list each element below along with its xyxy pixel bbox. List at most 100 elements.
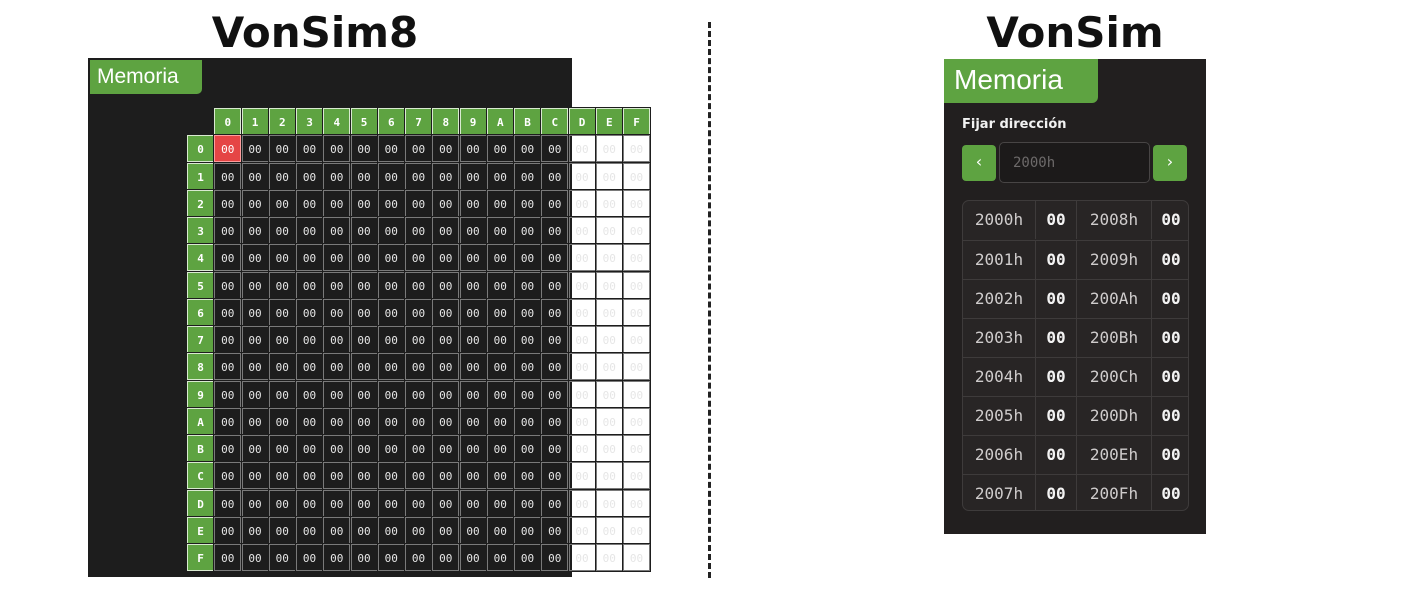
memory-cell[interactable]: 00 [594, 543, 624, 572]
memory-cell[interactable]: 00 [540, 188, 570, 218]
memory-cell[interactable]: 00 [594, 216, 624, 245]
memory-cell[interactable]: 00 [513, 515, 542, 545]
memory-cell[interactable]: 00 [322, 434, 352, 463]
memory-cell[interactable]: 00 [213, 270, 243, 300]
memory-cell[interactable]: 00 [594, 379, 624, 409]
memory-cell[interactable]: 00 [404, 134, 433, 164]
memory-cell[interactable]: 00 [622, 188, 651, 218]
memory-cell[interactable]: 00 [376, 488, 406, 518]
memory-value[interactable]: 00 [1036, 475, 1077, 510]
memory-cell[interactable]: 00 [213, 161, 243, 191]
memory-value[interactable]: 00 [1152, 358, 1188, 396]
memory-cell[interactable]: 00 [349, 297, 379, 327]
memory-cell[interactable]: 00 [295, 243, 324, 273]
memory-cell[interactable]: 00 [594, 434, 624, 463]
memory-cell[interactable]: 00 [404, 352, 433, 382]
memory-cell[interactable]: 00 [295, 270, 324, 300]
memory-cell[interactable]: 00 [622, 161, 651, 191]
memory-cell[interactable]: 00 [622, 352, 651, 382]
memory-cell[interactable]: 00 [240, 488, 270, 518]
memory-cell[interactable]: 00 [404, 325, 433, 354]
memory-cell[interactable]: 00 [267, 461, 297, 491]
memory-cell[interactable]: 00 [295, 352, 324, 382]
memory-cell[interactable]: 00 [322, 134, 352, 164]
memory-cell[interactable]: 00 [540, 515, 570, 545]
memory-cell[interactable]: 00 [431, 216, 461, 245]
memory-cell[interactable]: 00 [349, 352, 379, 382]
memory-cell[interactable]: 00 [458, 434, 488, 463]
memory-value[interactable]: 00 [1036, 241, 1077, 279]
memory-cell[interactable]: 00 [513, 406, 542, 436]
memory-cell[interactable]: 00 [485, 406, 515, 436]
memory-cell[interactable]: 00 [540, 379, 570, 409]
memoria-tab[interactable]: Memoria [944, 59, 1098, 103]
memory-cell[interactable]: 00 [540, 270, 570, 300]
memory-cell[interactable]: 00 [458, 488, 488, 518]
memory-cell[interactable]: 00 [404, 406, 433, 436]
address-input[interactable] [999, 142, 1150, 183]
memory-cell[interactable]: 00 [431, 161, 461, 191]
memory-cell[interactable]: 00 [485, 325, 515, 354]
memory-cell[interactable]: 00 [404, 379, 433, 409]
memory-cell[interactable]: 00 [267, 243, 297, 273]
memory-cell[interactable]: 00 [322, 216, 352, 245]
memory-cell[interactable]: 00 [376, 216, 406, 245]
memory-cell[interactable]: 00 [431, 134, 461, 164]
memory-cell[interactable]: 00 [349, 325, 379, 354]
memory-cell[interactable]: 00 [322, 352, 352, 382]
memory-value[interactable]: 00 [1152, 436, 1188, 474]
memory-cell[interactable]: 00 [622, 434, 651, 463]
memory-cell[interactable]: 00 [295, 325, 324, 354]
memory-cell[interactable]: 00 [567, 216, 597, 245]
memory-cell[interactable]: 00 [240, 270, 270, 300]
memory-cell[interactable]: 00 [349, 188, 379, 218]
memory-cell[interactable]: 00 [622, 461, 651, 491]
memory-cell[interactable]: 00 [513, 543, 542, 572]
memory-cell[interactable]: 00 [376, 543, 406, 572]
memory-cell[interactable]: 00 [240, 216, 270, 245]
memory-cell[interactable]: 00 [431, 243, 461, 273]
memory-value[interactable]: 00 [1036, 358, 1077, 396]
memory-cell[interactable]: 00 [513, 188, 542, 218]
memory-cell[interactable]: 00 [567, 297, 597, 327]
memory-value[interactable]: 00 [1036, 319, 1077, 357]
memory-cell[interactable]: 00 [567, 134, 597, 164]
memory-cell[interactable]: 00 [376, 188, 406, 218]
memory-cell[interactable]: 00 [322, 161, 352, 191]
memory-cell[interactable]: 00 [295, 297, 324, 327]
memory-cell[interactable]: 00 [594, 161, 624, 191]
memory-cell[interactable]: 00 [240, 543, 270, 572]
memory-cell[interactable]: 00 [267, 161, 297, 191]
memory-cell[interactable]: 00 [485, 188, 515, 218]
memory-cell[interactable]: 00 [622, 515, 651, 545]
memory-cell[interactable]: 00 [540, 406, 570, 436]
memory-cell[interactable]: 00 [349, 488, 379, 518]
memory-cell[interactable]: 00 [594, 243, 624, 273]
memory-cell[interactable]: 00 [513, 461, 542, 491]
memory-cell[interactable]: 00 [485, 297, 515, 327]
memory-cell[interactable]: 00 [431, 515, 461, 545]
memory-cell[interactable]: 00 [622, 406, 651, 436]
memory-cell[interactable]: 00 [349, 161, 379, 191]
memory-cell[interactable]: 00 [594, 461, 624, 491]
memory-cell[interactable]: 00 [240, 325, 270, 354]
memory-value[interactable]: 00 [1036, 397, 1077, 435]
memory-cell[interactable]: 00 [431, 379, 461, 409]
memory-cell[interactable]: 00 [267, 379, 297, 409]
memory-cell[interactable]: 00 [485, 352, 515, 382]
memory-cell[interactable]: 00 [376, 270, 406, 300]
memory-cell[interactable]: 00 [213, 379, 243, 409]
memory-cell[interactable]: 00 [485, 461, 515, 491]
memory-cell[interactable]: 00 [295, 134, 324, 164]
memory-value[interactable]: 00 [1152, 397, 1188, 435]
memory-cell[interactable]: 00 [485, 543, 515, 572]
memory-value[interactable]: 00 [1152, 241, 1188, 279]
memory-cell[interactable]: 00 [540, 352, 570, 382]
memory-cell[interactable]: 00 [267, 325, 297, 354]
memory-cell[interactable]: 00 [376, 461, 406, 491]
memory-cell[interactable]: 00 [376, 297, 406, 327]
memory-cell[interactable]: 00 [594, 406, 624, 436]
memory-cell[interactable]: 00 [322, 406, 352, 436]
memory-cell[interactable]: 00 [404, 243, 433, 273]
memory-cell[interactable]: 00 [567, 515, 597, 545]
